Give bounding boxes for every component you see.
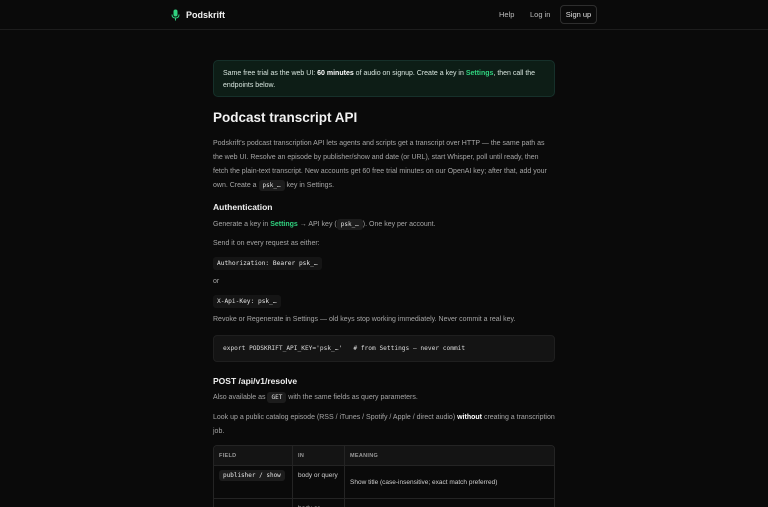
section-heading-resolve: POST /api/v1/resolve bbox=[213, 376, 298, 386]
notice-text: Same free trial as the web UI: bbox=[223, 70, 318, 77]
text: → API key ( bbox=[297, 221, 337, 228]
table-cell-in: body or bbox=[293, 499, 345, 507]
resolve-fields-table: FIELD IN MEANING publisher / show body o… bbox=[213, 445, 555, 507]
microphone-icon bbox=[171, 9, 180, 21]
notice-text: of audio on signup. Create a key in bbox=[353, 70, 466, 77]
nav-login-link[interactable]: Log in bbox=[530, 10, 550, 19]
auth-header-bearer: Authorization: Bearer psk_… bbox=[213, 257, 322, 270]
text: with the same fields as query parameters… bbox=[286, 394, 418, 401]
section-heading-authentication: Authentication bbox=[213, 202, 273, 212]
resolve-also-text: Also available as GET with the same fiel… bbox=[213, 391, 418, 405]
table-header-field: FIELD bbox=[214, 446, 293, 465]
auth-send-text: Send it on every request as either: bbox=[213, 240, 320, 247]
notice-minutes: 60 minutes bbox=[317, 70, 354, 77]
table-header-meaning: MEANING bbox=[345, 446, 554, 465]
table-cell-meaning: Show title (case-insensitive; exact matc… bbox=[350, 478, 498, 486]
auth-revoke-text: Revoke or Regenerate in Settings — old k… bbox=[213, 316, 516, 323]
field-code: publisher / show bbox=[219, 470, 285, 481]
intro-paragraph: Podskrift's podcast transcription API le… bbox=[213, 137, 555, 193]
brand-logo[interactable]: Podskrift bbox=[171, 9, 225, 21]
export-code-block: export PODSKRIFT_API_KEY='psk_…' # from … bbox=[213, 335, 555, 362]
text: Look up a public catalog episode (RSS / … bbox=[213, 414, 458, 421]
intro-text: key in Settings. bbox=[284, 182, 335, 189]
notice-settings-link[interactable]: Settings bbox=[466, 70, 494, 77]
auth-or-text: or bbox=[213, 278, 220, 285]
table-row: body or bbox=[214, 499, 554, 507]
auth-header-xapikey: X-Api-Key: psk_… bbox=[213, 295, 281, 308]
table-header-in: IN bbox=[293, 446, 345, 465]
table-cell-meaning bbox=[345, 499, 554, 507]
settings-link[interactable]: Settings bbox=[270, 221, 298, 228]
text: Also available as bbox=[213, 394, 268, 401]
table-row: publisher / show body or query Show titl… bbox=[214, 466, 554, 499]
inline-code: GET bbox=[267, 392, 287, 403]
auth-generate-text: Generate a key in Settings → API key (ps… bbox=[213, 218, 436, 232]
top-nav-bar: Podskrift Help Log in Sign up bbox=[0, 0, 768, 30]
table-cell-in: body or query bbox=[293, 466, 345, 498]
inline-code: psk_… bbox=[258, 180, 285, 191]
nav-help-link[interactable]: Help bbox=[499, 10, 514, 19]
table-cell-field bbox=[214, 499, 293, 507]
page-title: Podcast transcript API bbox=[213, 110, 358, 125]
text: ). One key per account. bbox=[362, 221, 436, 228]
text: Generate a key in bbox=[213, 221, 271, 228]
inline-code: psk_… bbox=[336, 219, 363, 230]
trial-notice: Same free trial as the web UI: 60 minute… bbox=[213, 60, 555, 97]
brand-name: Podskrift bbox=[186, 10, 226, 20]
signup-button[interactable]: Sign up bbox=[560, 5, 597, 24]
table-header-row: FIELD IN MEANING bbox=[214, 446, 554, 466]
table-cell-field: publisher / show bbox=[214, 466, 293, 498]
docs-content: Same free trial as the web UI: 60 minute… bbox=[213, 60, 555, 507]
emphasis: without bbox=[457, 414, 482, 421]
resolve-lookup-text: Look up a public catalog episode (RSS / … bbox=[213, 411, 555, 439]
